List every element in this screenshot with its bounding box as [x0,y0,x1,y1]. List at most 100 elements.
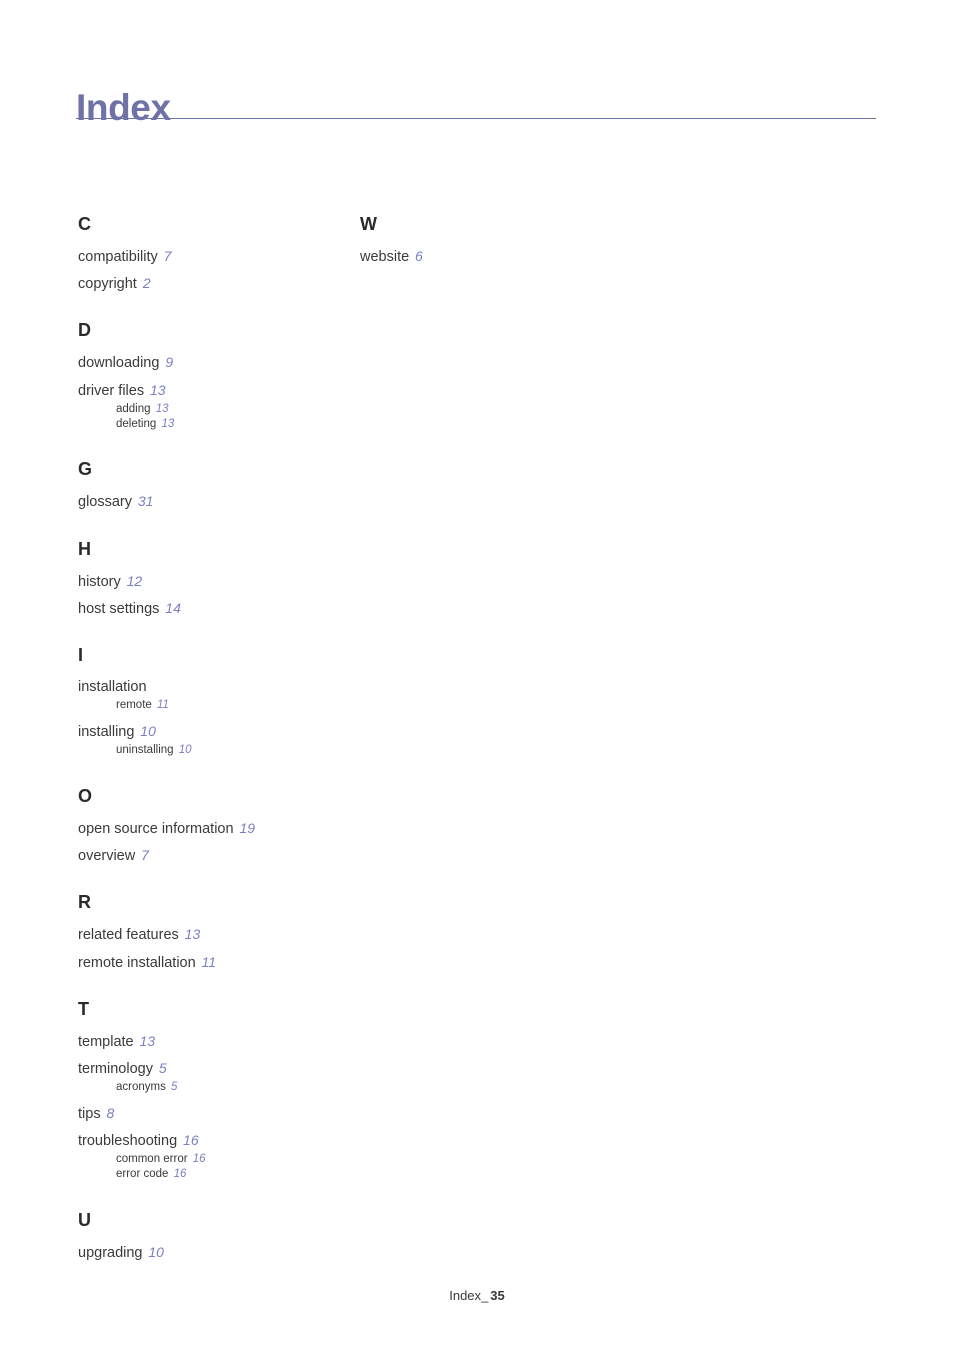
index-page: Index Ccompatibility 7 copyright 2 Ddownlo… [0,0,954,1348]
index-entry-term: compatibility [78,249,158,265]
index-subentry-term: error code [116,1168,169,1181]
index-subentry-list: acronyms 5 [78,1080,343,1095]
index-section: Rrelated features 13 remote installation … [78,893,343,970]
index-entry-page-number[interactable]: 31 [132,493,154,509]
section-letter: G [78,459,93,480]
index-section: Iinstallation remote 11 installing 10 unins… [78,646,343,758]
index-entry-page-number[interactable]: 8 [101,1105,114,1121]
index-entry[interactable]: terminology 5 [78,1061,343,1077]
index-entry-term: remote installation [78,954,196,971]
index-entry-page-number[interactable]: 7 [135,847,149,863]
index-entry[interactable]: open source information 19 [78,820,343,837]
index-entry[interactable]: website 6 [360,249,625,265]
index-entry-page-number[interactable]: 13 [134,1033,156,1049]
index-subentry[interactable]: uninstalling 10 [78,743,343,758]
index-entry[interactable]: remote installation 11 [78,954,343,971]
index-entry-group: terminology 5 acronyms 5 [78,1061,343,1095]
index-entry[interactable]: compatibility 7 [78,249,343,265]
index-subentry[interactable]: common error 16 [78,1152,343,1167]
index-entry-page-number[interactable]: 2 [137,275,151,291]
index-entry-page-number[interactable]: 9 [159,354,173,370]
index-subentry[interactable]: adding 13 [78,402,343,417]
index-entry-group: tips 8 [78,1106,343,1122]
section-letter: W [360,214,377,234]
index-entry-term: installation [78,678,147,695]
section-letter: T [78,998,89,1019]
index-entry-term: terminology [78,1060,153,1077]
index-entry[interactable]: related features 13 [78,927,343,943]
index-subentry-term: remote [116,699,152,712]
index-entry-term: template [78,1033,134,1050]
index-subentry[interactable]: error code 16 [78,1167,343,1182]
index-entry-page-number[interactable]: 19 [234,820,255,836]
index-entry-term: downloading [78,355,160,372]
index-subentry-page-number[interactable]: 16 [188,1153,206,1165]
index-entry[interactable]: upgrading 10 [78,1244,343,1261]
index-subentry-term: deleting [116,417,157,430]
index-entry-term: driver files [78,382,145,399]
section-letter: O [78,785,93,806]
index-entry-page-number[interactable]: 10 [143,1244,164,1260]
index-entry[interactable]: troubleshooting 16 [78,1133,343,1149]
index-entry-page-number[interactable]: 10 [134,723,156,739]
index-entry-term: overview [78,848,136,865]
index-entry-group: template 13 [78,1033,343,1050]
index-subentry-list: uninstalling 10 [78,743,343,758]
index-entry-page-number[interactable]: 7 [158,248,172,264]
index-entry-page-number[interactable]: 13 [144,382,166,398]
index-subentry-list: adding 13 deleting 13 [78,402,343,431]
index-entry[interactable]: glossary 31 [78,494,343,510]
index-subentry-term: adding [116,402,151,415]
index-entry[interactable]: host settings 14 [78,600,343,617]
index-subentry-page-number[interactable]: 10 [174,744,192,756]
footer-page-number: 35 [490,1288,505,1303]
section-letter: I [78,644,84,665]
index-entry-page-number[interactable]: 16 [177,1132,199,1148]
index-entry[interactable]: downloading 9 [78,355,343,371]
index-entry[interactable]: history 12 [78,573,343,590]
index-entry[interactable]: installing 10 [78,724,343,740]
index-entry-term: tips [78,1105,101,1122]
index-entry[interactable]: template 13 [78,1033,343,1050]
index-entry-term: history [78,573,121,590]
index-subentry-page-number[interactable]: 5 [166,1081,177,1093]
index-entry-term: website [360,249,410,265]
index-entry-term: open source information [78,820,234,837]
index-entry-group: remote installation 11 [78,954,343,971]
index-column-left: Ccompatibility 7 copyright 2 Ddownloading … [78,215,343,1272]
index-entry-group: glossary 31 [78,494,343,510]
index-entry-page-number[interactable]: 6 [409,248,423,264]
index-subentry-page-number[interactable]: 13 [151,403,169,415]
section-letter: U [78,1209,91,1230]
section-letter: D [78,320,91,341]
index-subentry[interactable]: remote 11 [78,698,343,713]
index-entry-term: troubleshooting [78,1133,178,1150]
index-entry[interactable]: copyright 2 [78,276,343,292]
page-title: Index [76,86,171,128]
index-entry-group: related features 13 [78,927,343,943]
index-section: Hhistory 12 host settings 14 [78,540,343,617]
index-entry-page-number[interactable]: 11 [196,954,217,970]
index-section: Ddownloading 9 driver files 13 adding 13 de… [78,321,343,431]
index-entry-page-number[interactable]: 14 [159,600,181,616]
index-entry[interactable]: overview 7 [78,848,343,864]
index-entry-page-number[interactable]: 5 [153,1060,167,1076]
index-entry-group: troubleshooting 16 common error 16 error c… [78,1133,343,1182]
index-entry-page-number[interactable]: 13 [179,926,201,942]
index-entry[interactable]: driver files 13 [78,382,343,399]
section-letter: C [78,214,91,234]
index-entry-group: open source information 19 [78,820,343,837]
section-letter: H [78,538,91,559]
index-entry[interactable]: tips 8 [78,1106,343,1122]
index-subentry[interactable]: acronyms 5 [78,1080,343,1095]
index-section: Ccompatibility 7 copyright 2 [78,215,343,292]
index-entry[interactable]: installation [78,678,343,695]
index-subentry-page-number[interactable]: 16 [168,1168,187,1180]
index-subentry-page-number[interactable]: 13 [156,418,174,430]
index-subentry-term: common error [116,1153,188,1166]
index-entry-term: upgrading [78,1244,143,1261]
index-entry-page-number[interactable]: 12 [121,573,143,589]
index-entry-group: driver files 13 adding 13 deleting 13 [78,382,343,432]
index-subentry[interactable]: deleting 13 [78,417,343,432]
index-subentry-page-number[interactable]: 11 [152,699,169,711]
